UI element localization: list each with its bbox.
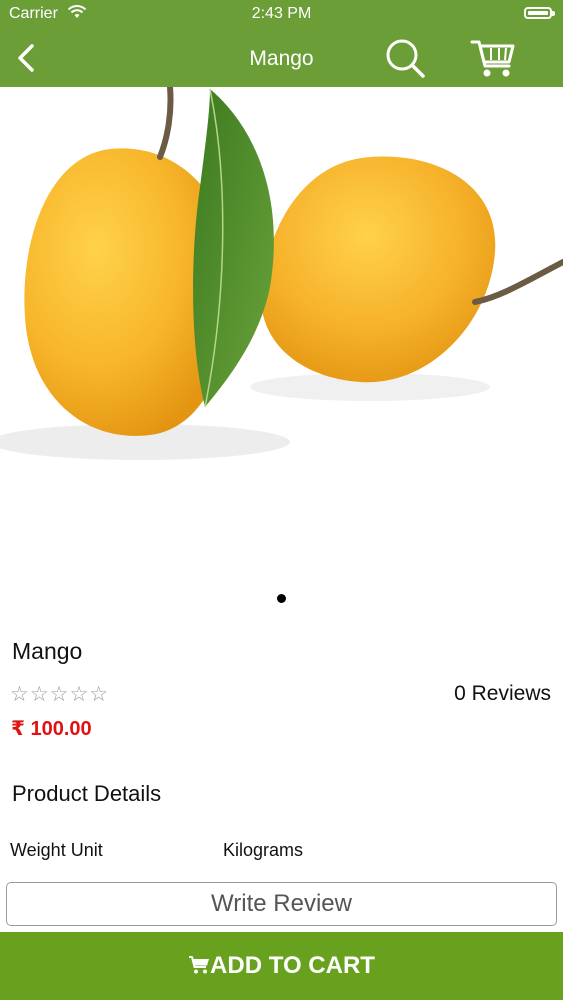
detail-label-weight-unit: Weight Unit xyxy=(10,840,103,860)
write-review-button[interactable]: Write Review xyxy=(6,882,557,926)
rating-stars[interactable]: ☆☆☆☆☆ xyxy=(10,682,109,707)
battery-icon xyxy=(524,7,555,19)
product-details-title: Product Details xyxy=(12,781,162,806)
detail-value-weight-unit: Kilograms xyxy=(223,840,304,860)
product-price: ₹ 100.00 xyxy=(11,718,92,740)
image-pager-dot[interactable] xyxy=(277,594,286,603)
mango-photo xyxy=(0,87,563,460)
nav-bar: Mango xyxy=(0,30,563,87)
cart-icon xyxy=(189,956,210,974)
add-to-cart-button[interactable]: ADD TO CART xyxy=(0,932,563,1000)
product-image[interactable] xyxy=(0,87,563,587)
reviews-count[interactable]: 0 Reviews xyxy=(454,682,551,706)
cart-icon[interactable] xyxy=(469,36,517,80)
add-to-cart-label: ADD TO CART xyxy=(210,952,375,979)
status-bar: Carrier 2:43 PM xyxy=(0,0,563,30)
search-icon[interactable] xyxy=(383,36,427,80)
clock: 2:43 PM xyxy=(251,5,312,22)
product-name: Mango xyxy=(12,638,83,664)
